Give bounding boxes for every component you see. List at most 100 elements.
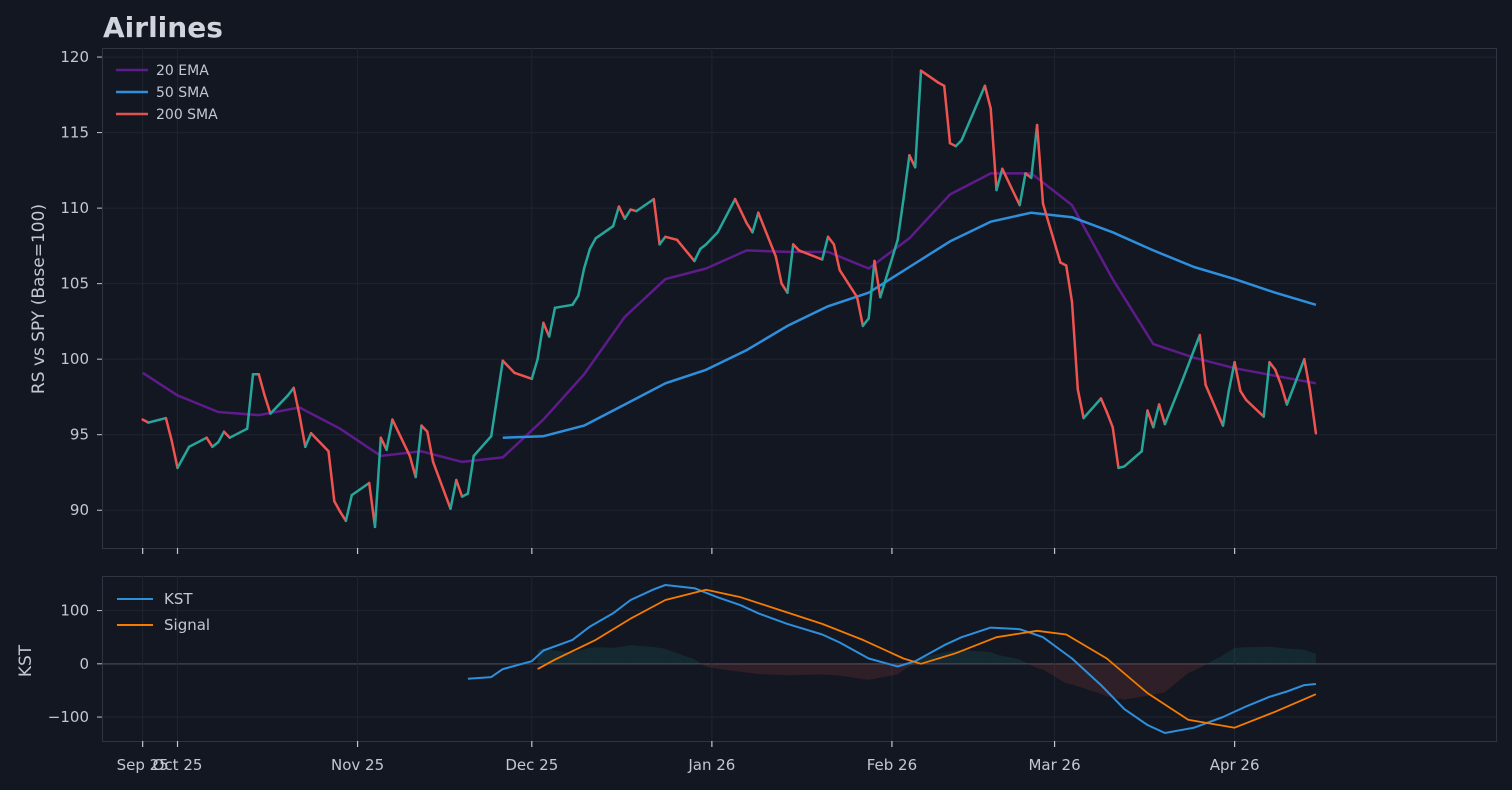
kst-histogram-slice [1083,663,1087,690]
price-panel-frame [102,48,1497,549]
kst-histogram-slice [973,650,977,664]
kst-histogram-slice [755,663,759,675]
kst-histogram-slice [1147,663,1151,696]
kst-histogram-slice [1246,647,1250,664]
kst-histogram-slice [1037,663,1040,669]
kst-histogram-slice [1286,648,1290,664]
kst-histogram-slice [1124,663,1128,700]
kst-histogram-slice [1164,663,1168,693]
kst-histogram-slice [1127,663,1131,700]
kst-histogram-slice [1289,648,1293,664]
y-tick-label: 95 [70,426,89,444]
kst-histogram-slice [944,651,948,664]
kst-histogram-slice [819,663,823,675]
kst-histogram-slice [746,663,750,673]
kst-histogram-slice [778,663,782,675]
kst-histogram-slice [572,651,576,664]
kst-histogram-slice [1272,646,1276,664]
y-tick-label: 100 [60,602,89,620]
kst-histogram-slice [784,663,788,676]
kst-histogram-slice [982,651,985,664]
kst-histogram-slice [830,663,834,676]
kst-histogram-slice [1301,649,1305,664]
kst-histogram-slice [1173,663,1177,685]
kst-histogram-slice [1016,658,1020,664]
kst-histogram-slice [996,654,1000,664]
kst-histogram-slice [790,663,794,676]
kst-histogram-slice [1150,663,1154,696]
kst-histogram-slice [1237,647,1241,664]
kst-histogram-slice [738,663,741,672]
kst-histogram-slice [720,663,724,670]
kst-histogram-slice [1266,646,1270,664]
kst-histogram-slice [1310,651,1313,664]
kst-histogram-slice [1225,651,1229,664]
kst-histogram-slice [1060,663,1064,682]
kst-histogram-slice [711,663,715,669]
kst-histogram-slice [767,663,770,675]
kst-histogram-slice [799,663,802,675]
kst-histogram-slice [1263,646,1267,664]
kst-histogram-slice [714,663,718,669]
kst-histogram-slice [732,663,736,672]
kst-histogram-slice [775,663,779,675]
kst-histogram-slice [1101,663,1104,696]
x-tick-label: Feb 26 [867,756,917,774]
kst-histogram-slice [1292,649,1296,664]
kst-histogram-slice [633,645,637,664]
kst-histogram-slice [976,651,980,664]
kst-histogram-slice [601,647,605,664]
kst-histogram-slice [607,647,611,664]
kst-histogram-slice [621,646,625,664]
chart-title: Airlines [103,11,223,44]
kst-histogram-slice [816,663,820,675]
kst-histogram-slice [1005,656,1009,664]
kst-histogram-slice [825,663,828,675]
kst-histogram-slice [1095,663,1099,693]
kst-histogram-slice [833,663,837,676]
kst-histogram-slice [685,656,689,664]
kst-histogram-slice [668,650,672,664]
kst-histogram-slice [807,663,811,675]
kst-histogram-slice [1188,663,1192,673]
legend-label-ema20: 20 EMA [156,63,209,79]
price-y-axis-label: RS vs SPY (Base=100) [29,204,49,394]
kst-histogram-slice [848,663,852,678]
y-tick-label: 0 [79,655,89,673]
kst-histogram-slice [645,646,648,664]
kst-histogram-slice [883,663,887,678]
kst-histogram-slice [665,648,669,664]
kst-histogram-slice [648,646,651,664]
kst-histogram-slice [1278,647,1282,664]
kst-histogram-slice [979,651,982,664]
kst-histogram-slice [1162,663,1165,693]
y-tick-label: 100 [60,350,89,368]
kst-histogram-slice [610,647,614,664]
kst-histogram-slice [967,650,971,664]
kst-histogram-slice [578,650,582,664]
kst-histogram-slice [1074,663,1078,687]
kst-histogram-slice [839,663,843,677]
kst-histogram-slice [770,663,773,675]
kst-histogram-slice [592,647,596,664]
y-tick-label: 120 [60,48,89,66]
kst-histogram-slice [793,663,797,676]
kst-histogram-slice [868,663,872,680]
price-panel: 90 95 100 105 110 115 120 RS vs SPY (Base=100)… [29,48,1497,554]
kst-histogram-slice [636,645,640,664]
kst-histogram-slice [729,663,733,671]
y-tick-label: −100 [48,708,89,726]
kst-histogram-slice [740,663,744,673]
kst-histogram-slice [613,647,616,664]
kst-histogram-slice [1008,657,1011,664]
x-tick-label: Nov 25 [331,756,384,774]
kst-histogram-slice [546,648,550,664]
kst-histogram-slice [1002,655,1006,664]
kst-histogram-slice [709,663,712,668]
kst-histogram-slice [772,663,776,675]
kst-histogram-slice [999,655,1003,664]
kst-histogram-slice [1179,663,1183,681]
kst-histogram-slice [1167,663,1171,690]
kst-histogram-slice [1240,647,1244,664]
kst-histogram-slice [1307,650,1311,664]
